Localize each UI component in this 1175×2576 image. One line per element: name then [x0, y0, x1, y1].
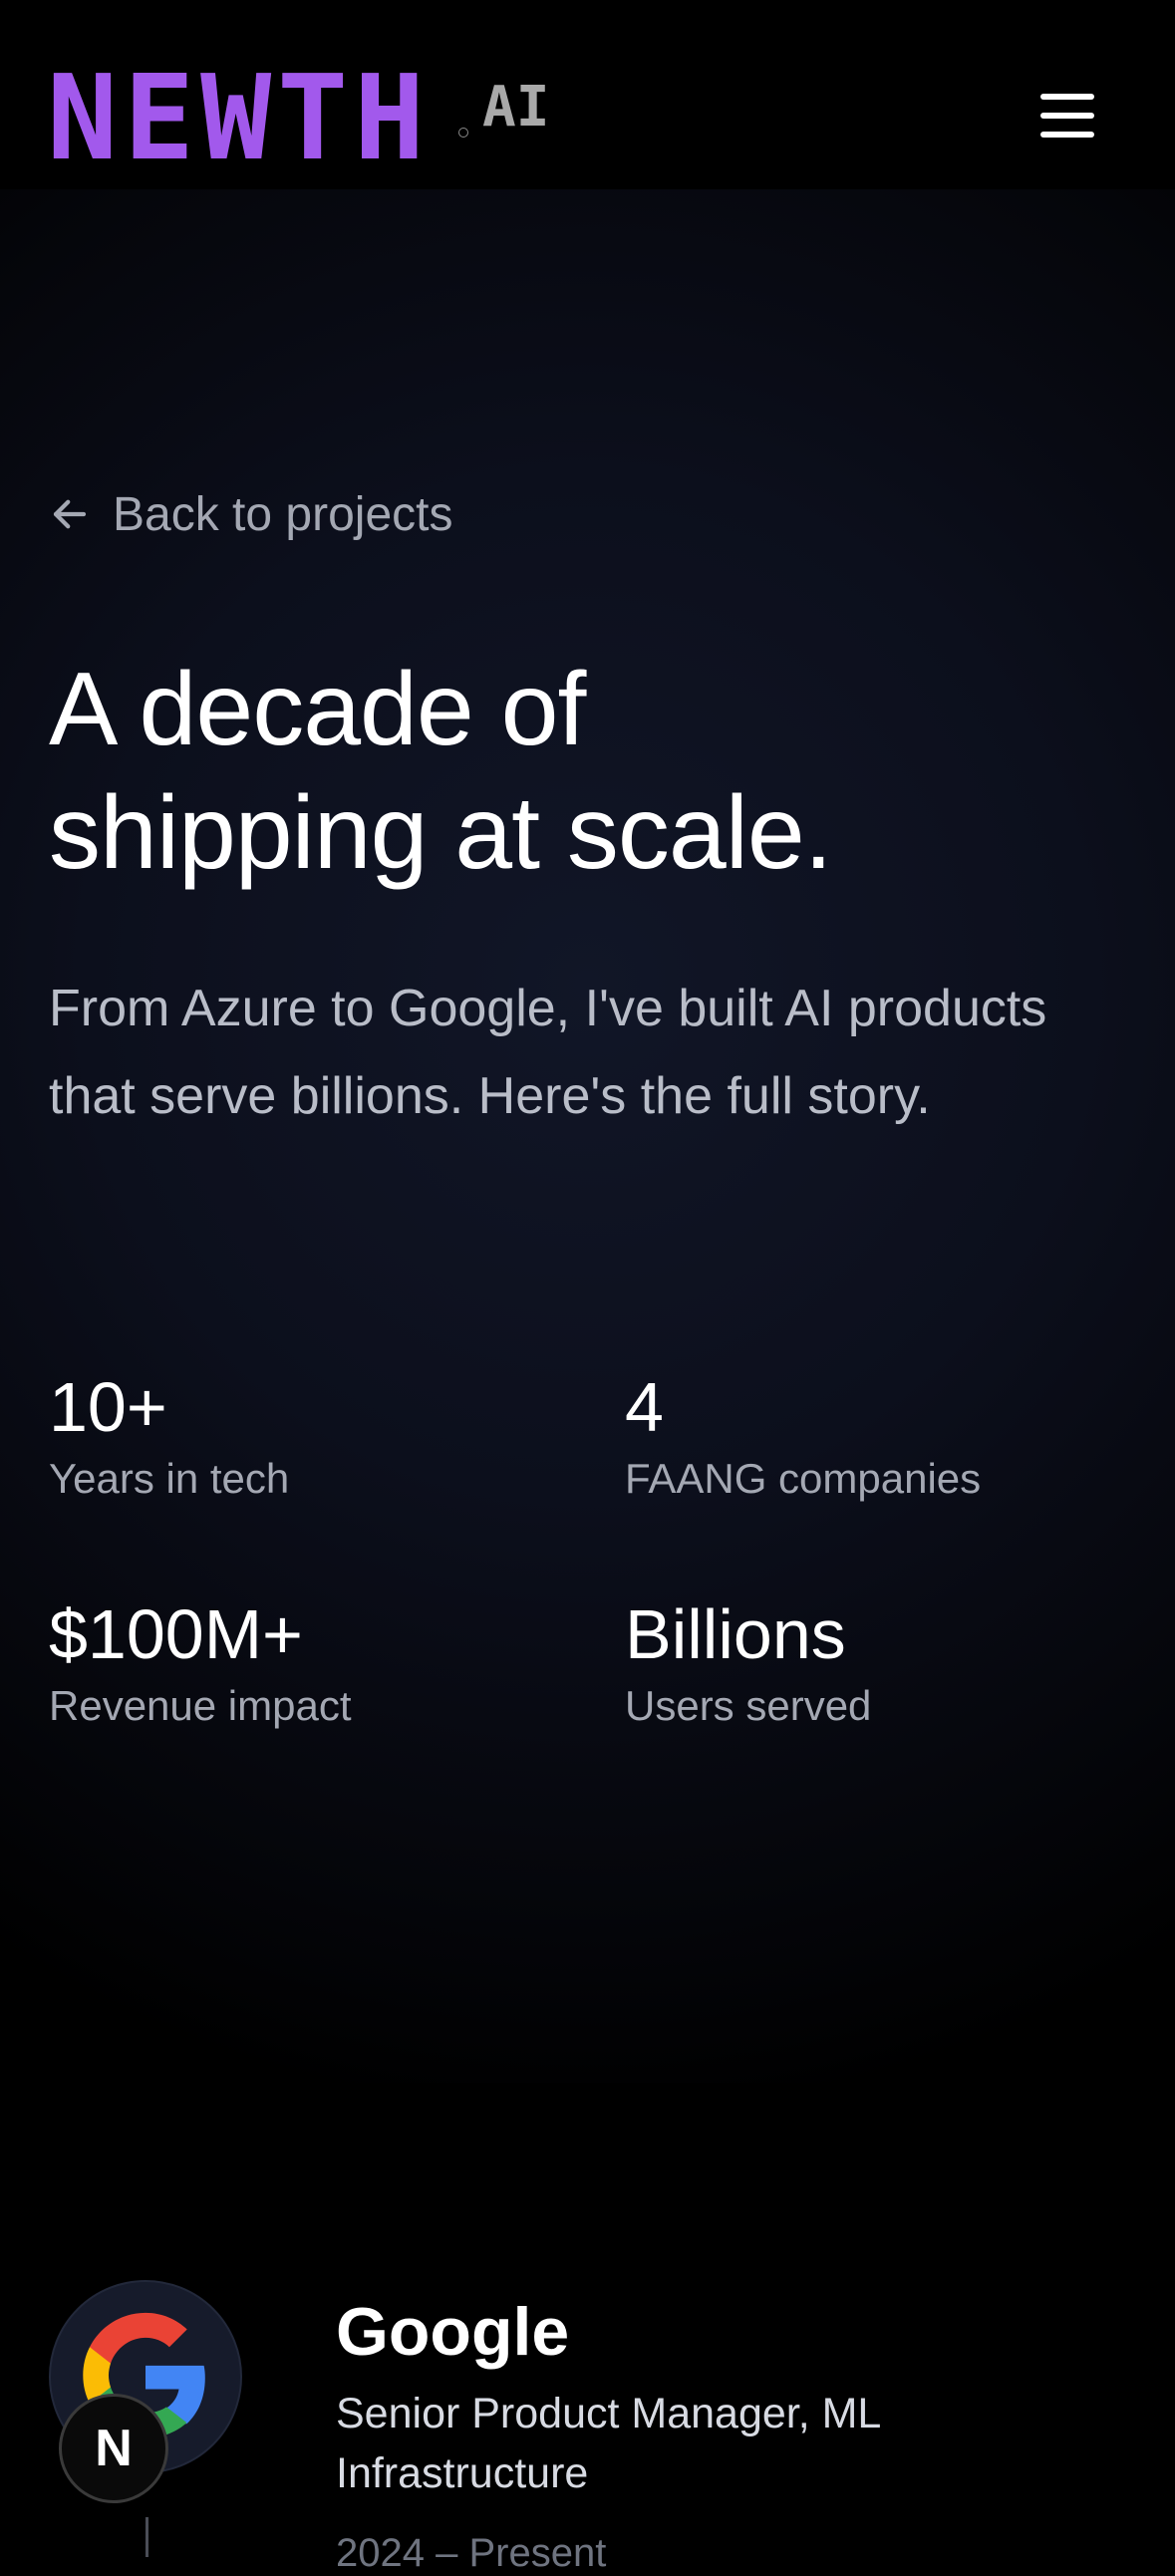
- logo-ai-suffix: AI: [482, 75, 550, 140]
- role-dates: 2024 – Present: [336, 2531, 607, 2575]
- back-to-projects-link[interactable]: Back to projects: [49, 484, 452, 544]
- timeline-connector-line: [146, 2517, 148, 2557]
- logo-dot-icon: [458, 128, 468, 138]
- menu-bar-middle: [1040, 113, 1094, 119]
- stat-value: 10+: [49, 1368, 167, 1446]
- menu-bar-top: [1040, 94, 1094, 100]
- hamburger-menu-icon[interactable]: [1032, 86, 1102, 145]
- stat-value: Billions: [625, 1595, 846, 1673]
- stat-value: 4: [625, 1368, 664, 1446]
- arrow-left-icon: [53, 499, 87, 529]
- company-name: Google: [336, 2294, 570, 2370]
- stat-label: Revenue impact: [49, 1682, 352, 1729]
- stat-label: FAANG companies: [625, 1455, 982, 1502]
- stat-label: Users served: [625, 1682, 872, 1729]
- stat-revenue: $100M+ Revenue impact: [49, 1592, 607, 1734]
- page-title: A decade of shipping at scale.: [49, 648, 1125, 895]
- role-title: Senior Product Manager, ML Infrastructur…: [336, 2390, 880, 2497]
- page-title-line-2: shipping at scale.: [49, 775, 833, 891]
- stat-years: 10+ Years in tech: [49, 1365, 607, 1507]
- stat-faang: 4 FAANG companies: [625, 1365, 1175, 1507]
- n-avatar-badge[interactable]: N: [59, 2394, 168, 2503]
- stat-label: Years in tech: [49, 1455, 290, 1502]
- menu-bar-bottom: [1040, 132, 1094, 138]
- hero-lead-paragraph: From Azure to Google, I've built AI prod…: [49, 980, 1047, 1125]
- stat-value: $100M+: [49, 1595, 303, 1673]
- logo-wordmark[interactable]: NEWTH: [47, 59, 431, 176]
- page-title-line-1: A decade of: [49, 652, 586, 767]
- stat-users: Billions Users served: [625, 1592, 1175, 1734]
- back-link-label: Back to projects: [113, 487, 453, 541]
- site-header: NEWTH AI: [0, 0, 1175, 239]
